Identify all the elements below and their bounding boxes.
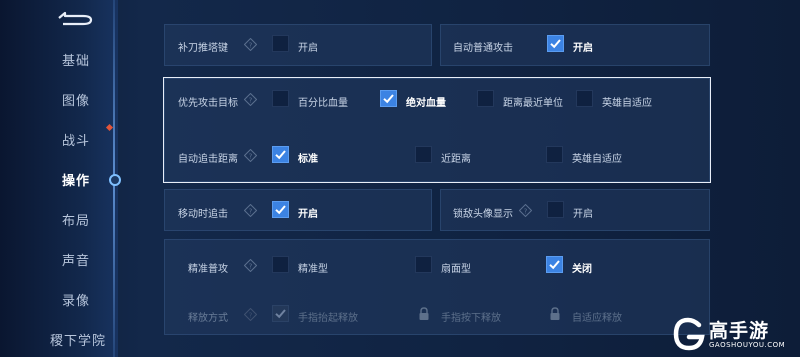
priority-absolute-hp-label: 绝对血量 — [406, 98, 446, 109]
sidebar-item-label: 布局 — [62, 213, 91, 229]
back-arrow-icon — [58, 11, 93, 26]
sidebar-item-label: 图像 — [62, 93, 91, 109]
sidebar-item-graphics[interactable]: 图像 — [0, 84, 112, 114]
svg-text:?: ? — [249, 207, 253, 215]
precise-type-label: 精准型 — [298, 264, 328, 275]
auto-attack-checkbox[interactable] — [547, 35, 564, 52]
release-mode-label: 释放方式 — [188, 313, 228, 324]
sidebar-item-label: 声音 — [62, 253, 91, 269]
last-hit-checkbox[interactable] — [272, 35, 289, 52]
checkmark-icon — [549, 260, 560, 270]
active-indicator-icon — [109, 174, 121, 186]
sidebar-item-label: 稷下学院 — [50, 333, 107, 349]
checkmark-icon — [550, 39, 561, 49]
sidebar-item-controls[interactable]: 操作 — [0, 164, 112, 194]
sidebar-item-label: 基础 — [62, 53, 91, 69]
priority-percent-hp-checkbox[interactable] — [272, 90, 289, 107]
move-chase-checkbox[interactable] — [272, 201, 289, 218]
sidebar-item-sound[interactable]: 声音 — [0, 244, 112, 274]
checkmark-icon — [275, 150, 286, 160]
priority-adaptive-label: 英雄自适应 — [602, 98, 652, 109]
svg-text:?: ? — [249, 41, 253, 49]
lock-avatar-checkbox[interactable] — [547, 201, 564, 218]
priority-absolute-hp-checkbox[interactable] — [380, 90, 397, 107]
precise-off-label: 关闭 — [572, 264, 592, 275]
release-finger-up-label: 手指抬起释放 — [298, 313, 358, 324]
sidebar-item-combat[interactable]: 战斗 — [0, 124, 112, 154]
chase-near-checkbox[interactable] — [415, 146, 432, 163]
help-icon[interactable]: ? — [244, 259, 257, 272]
last-hit-label: 补刀推塔键 — [178, 43, 228, 54]
help-icon[interactable]: ? — [244, 204, 257, 217]
precise-off-checkbox[interactable] — [546, 256, 563, 273]
lock-avatar-option-label: 开启 — [573, 209, 593, 220]
lock-icon — [546, 305, 563, 322]
lock-avatar-label: 锁敌头像显示 — [453, 209, 513, 220]
watermark-url: GAOSHOUYOU.COM — [709, 341, 786, 349]
priority-nearest-checkbox[interactable] — [477, 90, 494, 107]
precise-attack-label: 精准普攻 — [188, 264, 228, 275]
help-icon[interactable]: ? — [244, 38, 257, 51]
svg-text:?: ? — [249, 96, 253, 104]
svg-text:?: ? — [249, 262, 253, 270]
back-button[interactable] — [54, 8, 96, 28]
watermark-logo: 高手游 GAOSHOUYOU.COM — [672, 314, 798, 354]
auto-attack-option-label: 开启 — [573, 43, 593, 54]
sidebar-item-layout[interactable]: 布局 — [0, 204, 112, 234]
svg-text:?: ? — [249, 152, 253, 160]
fan-type-checkbox[interactable] — [415, 256, 432, 273]
release-finger-up-checkbox[interactable] — [272, 305, 289, 322]
help-icon[interactable]: ? — [244, 149, 257, 162]
sidebar-item-replay[interactable]: 录像 — [0, 284, 112, 314]
last-hit-option-label: 开启 — [298, 43, 318, 54]
auto-attack-label: 自动普通攻击 — [453, 43, 513, 54]
g-logo-icon — [673, 317, 705, 351]
sidebar-item-label: 战斗 — [62, 133, 91, 149]
sidebar-item-label: 录像 — [62, 293, 91, 309]
priority-adaptive-checkbox[interactable] — [576, 90, 593, 107]
priority-percent-hp-label: 百分比血量 — [298, 98, 348, 109]
chase-standard-label: 标准 — [298, 154, 318, 165]
release-adaptive-label: 自适应释放 — [572, 313, 622, 324]
chase-adaptive-label: 英雄自适应 — [572, 154, 622, 165]
chase-adaptive-checkbox[interactable] — [546, 146, 563, 163]
move-chase-option-label: 开启 — [298, 209, 318, 220]
lock-icon — [415, 305, 432, 322]
auto-chase-label: 自动追击距离 — [178, 154, 238, 165]
sidebar-item-basic[interactable]: 基础 — [0, 44, 112, 74]
sidebar-item-label: 操作 — [62, 173, 91, 189]
help-icon[interactable]: ? — [519, 204, 532, 217]
sidebar-item-academy[interactable]: 稷下学院 — [0, 324, 112, 354]
watermark-title: 高手游 — [709, 320, 770, 342]
checkmark-icon — [275, 205, 286, 215]
chase-near-label: 近距离 — [441, 154, 471, 165]
help-icon[interactable]: ? — [244, 308, 257, 321]
priority-target-label: 优先攻击目标 — [178, 98, 238, 109]
chase-standard-checkbox[interactable] — [272, 146, 289, 163]
fan-type-label: 扇面型 — [441, 264, 471, 275]
help-icon[interactable]: ? — [244, 93, 257, 106]
precise-type-checkbox[interactable] — [272, 256, 289, 273]
checkmark-icon — [275, 309, 286, 319]
move-chase-label: 移动时追击 — [178, 209, 228, 220]
priority-nearest-label: 距离最近单位 — [503, 98, 563, 109]
release-finger-down-label: 手指按下释放 — [441, 313, 501, 324]
svg-text:?: ? — [249, 311, 253, 319]
svg-text:?: ? — [524, 207, 528, 215]
checkmark-icon — [383, 94, 394, 104]
